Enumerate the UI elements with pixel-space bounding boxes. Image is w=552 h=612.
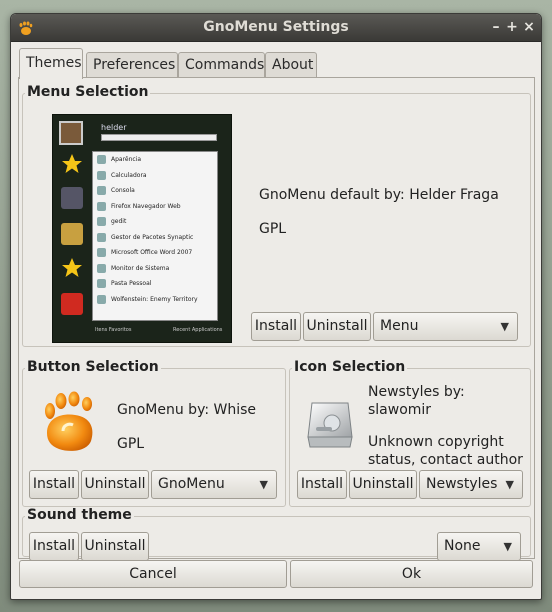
icon-theme-value: Newstyles	[426, 476, 498, 492]
computer-icon	[61, 187, 83, 209]
sound-theme-value: None	[444, 538, 481, 554]
button-selection-label: Button Selection	[25, 359, 161, 375]
triangle-down-icon: ▼	[503, 540, 512, 553]
menu-uninstall-button[interactable]: Uninstall	[303, 312, 371, 341]
menu-author-text: GnoMenu default by: Helder Fraga	[259, 187, 499, 203]
list-item: Firefox Navegador Web	[93, 199, 217, 215]
preview-avatar	[59, 121, 83, 145]
menu-theme-combo[interactable]: Menu ▼	[373, 312, 518, 341]
icon-selection-frame: Icon Selection Newstyles by: slawomir Un…	[289, 359, 531, 507]
themes-page: Menu Selection helder Aparência Calculad…	[18, 77, 535, 561]
tab-about[interactable]: About	[265, 52, 317, 78]
gnomenu-logo-icon	[45, 391, 93, 451]
list-item: Pasta Pessoal	[93, 276, 217, 292]
sound-theme-combo[interactable]: None ▼	[437, 532, 521, 561]
ok-button[interactable]: Ok	[290, 560, 533, 588]
maximize-button[interactable]: +	[504, 18, 520, 36]
preview-footer-recent: Recent Applications	[173, 327, 223, 333]
power-icon	[61, 293, 83, 315]
sound-theme-frame: Sound theme Install Uninstall None ▼	[22, 507, 531, 561]
sound-uninstall-button[interactable]: Uninstall	[81, 532, 149, 561]
button-license-text: GPL	[117, 436, 145, 452]
applications-icon	[61, 223, 83, 245]
settings-window: GnoMenu Settings – + × Themes Preference…	[10, 13, 542, 600]
triangle-down-icon: ▼	[500, 320, 509, 333]
menu-install-button[interactable]: Install	[251, 312, 301, 341]
list-item: Calculadora	[93, 168, 217, 184]
button-theme-value: GnoMenu	[158, 476, 225, 492]
menu-license-text: GPL	[259, 221, 287, 237]
list-item: Monitor de Sistema	[93, 261, 217, 277]
icon-theme-combo[interactable]: Newstyles ▼	[419, 470, 523, 499]
icon-uninstall-button[interactable]: Uninstall	[349, 470, 417, 499]
triangle-down-icon: ▼	[259, 478, 268, 491]
window-title: GnoMenu Settings	[203, 19, 349, 35]
menu-theme-value: Menu	[380, 318, 419, 334]
icon-selection-label: Icon Selection	[292, 359, 408, 375]
menu-selection-label: Menu Selection	[25, 84, 151, 100]
icon-license-text: Unknown copyright status, contact author	[368, 434, 523, 468]
menu-selection-frame: Menu Selection helder Aparência Calculad…	[22, 84, 531, 347]
preview-search-field	[101, 134, 217, 141]
preview-footer-favorites: Itens Favoritos	[95, 327, 132, 333]
cancel-button[interactable]: Cancel	[19, 560, 287, 588]
titlebar[interactable]: GnoMenu Settings – + ×	[11, 14, 541, 42]
sound-install-button[interactable]: Install	[29, 532, 79, 561]
button-author-text: GnoMenu by: Whise	[117, 402, 257, 418]
tab-themes[interactable]: Themes	[19, 48, 83, 79]
minimize-button[interactable]: –	[488, 18, 504, 36]
button-install-button[interactable]: Install	[29, 470, 79, 499]
button-theme-combo[interactable]: GnoMenu ▼	[151, 470, 277, 499]
icon-author-text: Newstyles by: slawomir	[368, 384, 465, 418]
list-item: Gestor de Pacotes Synaptic	[93, 230, 217, 246]
menu-preview-image: helder Aparência Calculadora Consola Fir…	[52, 114, 232, 343]
list-item: Wolfenstein: Enemy Territory	[93, 292, 217, 308]
button-uninstall-button[interactable]: Uninstall	[81, 470, 149, 499]
hard-drive-icon	[307, 402, 353, 448]
list-item: Consola	[93, 183, 217, 199]
star-icon	[62, 258, 82, 277]
triangle-down-icon: ▼	[505, 478, 514, 491]
button-selection-frame: Button Selection GnoMenu by: Whise GPL I…	[22, 359, 286, 507]
list-item: gedit	[93, 214, 217, 230]
icon-install-button[interactable]: Install	[297, 470, 347, 499]
star-icon	[62, 154, 82, 173]
close-button[interactable]: ×	[521, 18, 537, 36]
list-item: Aparência	[93, 152, 217, 168]
tab-commands[interactable]: Commands	[178, 52, 265, 78]
list-item: Microsoft Office Word 2007	[93, 245, 217, 261]
preview-username: helder	[101, 123, 127, 132]
sound-theme-label: Sound theme	[25, 507, 134, 523]
preview-app-list: Aparência Calculadora Consola Firefox Na…	[92, 151, 218, 321]
tab-preferences[interactable]: Preferences	[86, 52, 178, 78]
